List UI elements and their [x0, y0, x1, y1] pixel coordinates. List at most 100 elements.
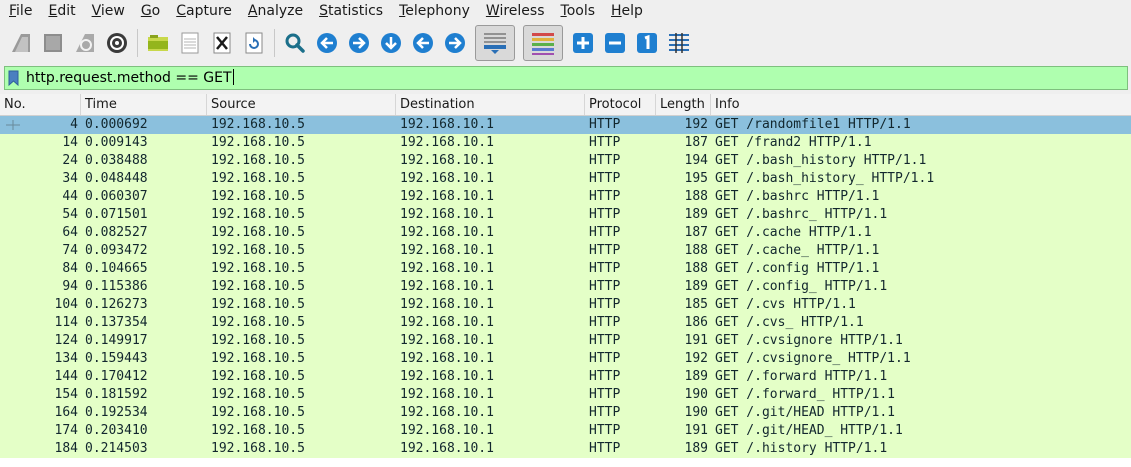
table-row[interactable]: 74 0.093472 192.168.10.5 192.168.10.1 HTTP 18…: [0, 242, 1131, 260]
table-row[interactable]: 184 0.214503 192.168.10.5 192.168.10.1 HTTP 1…: [0, 440, 1131, 458]
packet-source: 192.168.10.5: [211, 117, 305, 132]
zoom-out-icon[interactable]: [602, 30, 628, 56]
column-header-source[interactable]: Source: [207, 94, 396, 115]
packet-destination: 192.168.10.1: [400, 279, 494, 294]
packet-length: 186: [684, 315, 708, 330]
packet-destination: 192.168.10.1: [400, 369, 494, 384]
packet-time: 0.214503: [85, 441, 148, 456]
packet-source: 192.168.10.5: [211, 333, 305, 348]
packet-protocol: HTTP: [589, 441, 621, 456]
packet-destination: 192.168.10.1: [400, 171, 494, 186]
packet-time: 0.137354: [85, 315, 148, 330]
packet-protocol: HTTP: [589, 261, 621, 276]
table-row[interactable]: 94 0.115386 192.168.10.5 192.168.10.1 HTTP 18…: [0, 278, 1131, 296]
packet-length: 187: [684, 135, 708, 150]
table-row[interactable]: 154 0.181592 192.168.10.5 192.168.10.1 HTTP 1…: [0, 386, 1131, 404]
column-header-protocol[interactable]: Protocol: [585, 94, 656, 115]
table-row-selected[interactable]: 4 0.000692 192.168.10.5 192.168.10.1 HTTP 192…: [0, 116, 1131, 134]
packet-time: 0.192534: [85, 405, 148, 420]
table-row[interactable]: 104 0.126273 192.168.10.5 192.168.10.1 HTTP 1…: [0, 296, 1131, 314]
autoscroll-icon[interactable]: [475, 25, 515, 61]
go-last-icon[interactable]: [442, 30, 468, 56]
column-header-time[interactable]: Time: [81, 94, 207, 115]
menu-go[interactable]: Go: [132, 0, 167, 22]
packet-source: 192.168.10.5: [211, 225, 305, 240]
table-row[interactable]: 14 0.009143 192.168.10.5 192.168.10.1 HTTP 18…: [0, 134, 1131, 152]
table-row[interactable]: 84 0.104665 192.168.10.5 192.168.10.1 HTTP 18…: [0, 260, 1131, 278]
table-row[interactable]: 134 0.159443 192.168.10.5 192.168.10.1 HTTP 1…: [0, 350, 1131, 368]
packet-time: 0.170412: [85, 369, 148, 384]
table-row[interactable]: 114 0.137354 192.168.10.5 192.168.10.1 HTTP 1…: [0, 314, 1131, 332]
colorize-icon[interactable]: [523, 25, 563, 61]
packet-info: GET /.bash_history_ HTTP/1.1: [715, 171, 935, 186]
menu-edit[interactable]: Edit: [39, 0, 82, 22]
table-row[interactable]: 24 0.038488 192.168.10.5 192.168.10.1 HTTP 19…: [0, 152, 1131, 170]
restart-capture-icon[interactable]: [72, 30, 98, 56]
packet-protocol: HTTP: [589, 207, 621, 222]
menu-file[interactable]: File: [0, 0, 39, 22]
menu-view[interactable]: View: [83, 0, 132, 22]
packet-length: 189: [684, 441, 708, 456]
packet-number: 134: [54, 351, 78, 366]
table-row[interactable]: 64 0.082527 192.168.10.5 192.168.10.1 HTTP 18…: [0, 224, 1131, 242]
table-row[interactable]: 124 0.149917 192.168.10.5 192.168.10.1 HTTP 1…: [0, 332, 1131, 350]
table-row[interactable]: 164 0.192534 192.168.10.5 192.168.10.1 HTTP 1…: [0, 404, 1131, 422]
packet-length: 190: [684, 405, 708, 420]
menu-telephony[interactable]: Telephony: [390, 0, 477, 22]
packet-number: 94: [62, 279, 78, 294]
packet-destination: 192.168.10.1: [400, 387, 494, 402]
resize-columns-icon[interactable]: [666, 30, 692, 56]
table-row[interactable]: 144 0.170412 192.168.10.5 192.168.10.1 HTTP 1…: [0, 368, 1131, 386]
normal-size-icon[interactable]: [634, 30, 660, 56]
open-file-icon[interactable]: [145, 30, 171, 56]
menu-help[interactable]: Help: [602, 0, 650, 22]
menu-capture[interactable]: Capture: [167, 0, 239, 22]
table-row[interactable]: 44 0.060307 192.168.10.5 192.168.10.1 HTTP 18…: [0, 188, 1131, 206]
packet-length: 188: [684, 261, 708, 276]
packet-number: 34: [62, 171, 78, 186]
capture-options-icon[interactable]: [104, 30, 130, 56]
column-header-length[interactable]: Length: [656, 94, 711, 115]
column-header-destination[interactable]: Destination: [396, 94, 585, 115]
packet-info: GET /.bash_history HTTP/1.1: [715, 153, 927, 168]
menu-analyze[interactable]: Analyze: [239, 0, 310, 22]
packet-length: 195: [684, 171, 708, 186]
packet-length: 190: [684, 387, 708, 402]
packet-number: 74: [62, 243, 78, 258]
display-filter-input[interactable]: http.request.method == GET: [4, 66, 1128, 90]
table-row[interactable]: 54 0.071501 192.168.10.5 192.168.10.1 HTTP 18…: [0, 206, 1131, 224]
packet-source: 192.168.10.5: [211, 423, 305, 438]
packet-length: 191: [684, 333, 708, 348]
packet-destination: 192.168.10.1: [400, 117, 494, 132]
packet-number: 44: [62, 189, 78, 204]
start-capture-icon[interactable]: [8, 30, 34, 56]
reload-file-icon[interactable]: [241, 30, 267, 56]
packet-protocol: HTTP: [589, 423, 621, 438]
packet-length: 188: [684, 189, 708, 204]
stop-capture-icon[interactable]: [40, 30, 66, 56]
find-packet-icon[interactable]: [282, 30, 308, 56]
go-forward-icon[interactable]: [346, 30, 372, 56]
go-first-icon[interactable]: [410, 30, 436, 56]
close-file-icon[interactable]: [209, 30, 235, 56]
packet-length: 191: [684, 423, 708, 438]
zoom-in-icon[interactable]: [570, 30, 596, 56]
packet-length: 189: [684, 207, 708, 222]
go-back-icon[interactable]: [314, 30, 340, 56]
packet-time: 0.093472: [85, 243, 148, 258]
save-file-icon[interactable]: [177, 30, 203, 56]
packet-list[interactable]: No. Time Source Destination Protocol Len…: [0, 94, 1131, 467]
bookmark-icon[interactable]: [8, 70, 19, 86]
column-header-info[interactable]: Info: [711, 94, 1131, 115]
table-row[interactable]: 174 0.203410 192.168.10.5 192.168.10.1 HTTP 1…: [0, 422, 1131, 440]
go-to-packet-icon[interactable]: [378, 30, 404, 56]
packet-length: 185: [684, 297, 708, 312]
menu-statistics[interactable]: Statistics: [310, 0, 390, 22]
table-row[interactable]: 34 0.048448 192.168.10.5 192.168.10.1 HTTP 19…: [0, 170, 1131, 188]
column-header-no[interactable]: No.: [0, 94, 81, 115]
packet-destination: 192.168.10.1: [400, 333, 494, 348]
menu-wireless[interactable]: Wireless: [477, 0, 552, 22]
menu-tools[interactable]: Tools: [552, 0, 603, 22]
packet-number: 4: [70, 117, 78, 132]
packet-number: 154: [54, 387, 78, 402]
